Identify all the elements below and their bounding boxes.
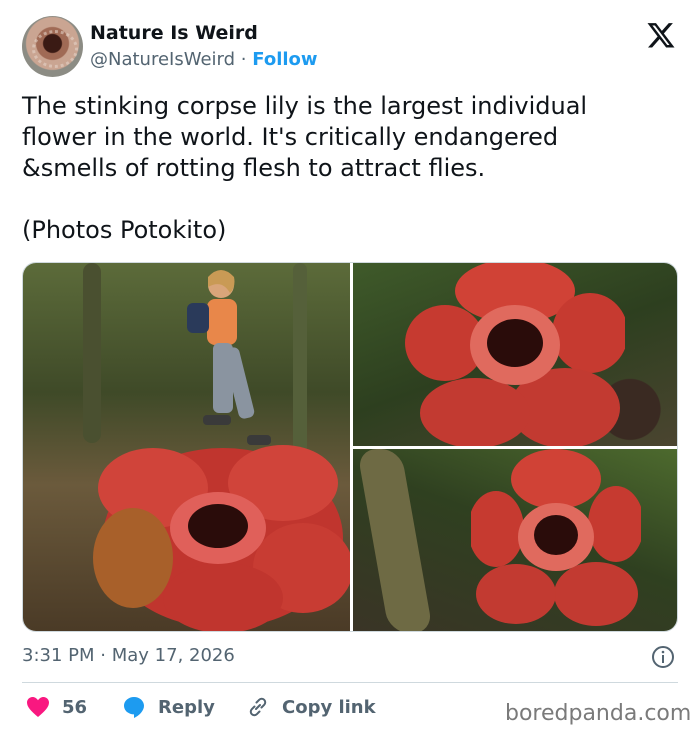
reply-label: Reply xyxy=(158,696,215,718)
boredpanda-watermark: boredpanda.com xyxy=(505,701,692,726)
avatar[interactable] xyxy=(22,16,83,77)
rafflesia-top-photo[interactable] xyxy=(353,263,677,446)
photo-credit: (Photos Potokito) xyxy=(22,216,227,244)
handle-separator: · xyxy=(240,49,247,70)
divider xyxy=(22,682,678,683)
follow-button[interactable]: Follow xyxy=(252,49,317,70)
rafflesia-flower-top xyxy=(405,263,625,446)
tweet-date: May 17, 2026 xyxy=(111,645,235,666)
account-handle[interactable]: @NatureIsWeird xyxy=(90,49,235,70)
tweet-line: The stinking corpse lily is the largest … xyxy=(22,92,588,120)
handle-row: @NatureIsWeird · Follow xyxy=(90,49,318,70)
like-count: 56 xyxy=(62,696,88,718)
reply-bubble-icon xyxy=(124,697,144,718)
woman-figure xyxy=(187,270,271,445)
info-icon[interactable] xyxy=(651,645,675,669)
rafflesia-large-flower xyxy=(93,445,350,631)
tweet-line: &smells of rotting flesh to attract flie… xyxy=(22,154,486,182)
tweet-timestamp[interactable]: 3:31 PM · May 17, 2026 xyxy=(22,645,235,666)
heart-icon xyxy=(27,697,49,717)
timestamp-separator: · xyxy=(100,645,106,666)
rafflesia-flower-bottom xyxy=(471,449,641,626)
copy-link-label: Copy link xyxy=(282,696,376,718)
tweet-text: The stinking corpse lily is the largest … xyxy=(22,91,672,246)
like-button[interactable]: 56 xyxy=(26,692,87,722)
rafflesia-bottom-photo[interactable] xyxy=(353,449,677,631)
copy-link-button[interactable]: Copy link xyxy=(246,692,376,722)
media-grid xyxy=(22,262,678,632)
reply-button[interactable]: Reply xyxy=(122,692,215,722)
tweet-header: Nature Is Weird @NatureIsWeird · Follow xyxy=(22,16,682,78)
rafflesia-with-woman-photo[interactable] xyxy=(23,263,350,631)
tweet-line: flower in the world. It's critically end… xyxy=(22,123,559,151)
tweet-time: 3:31 PM xyxy=(22,645,95,666)
account-name[interactable]: Nature Is Weird xyxy=(90,22,258,44)
link-icon xyxy=(249,697,267,717)
x-logo-icon[interactable] xyxy=(646,20,676,50)
